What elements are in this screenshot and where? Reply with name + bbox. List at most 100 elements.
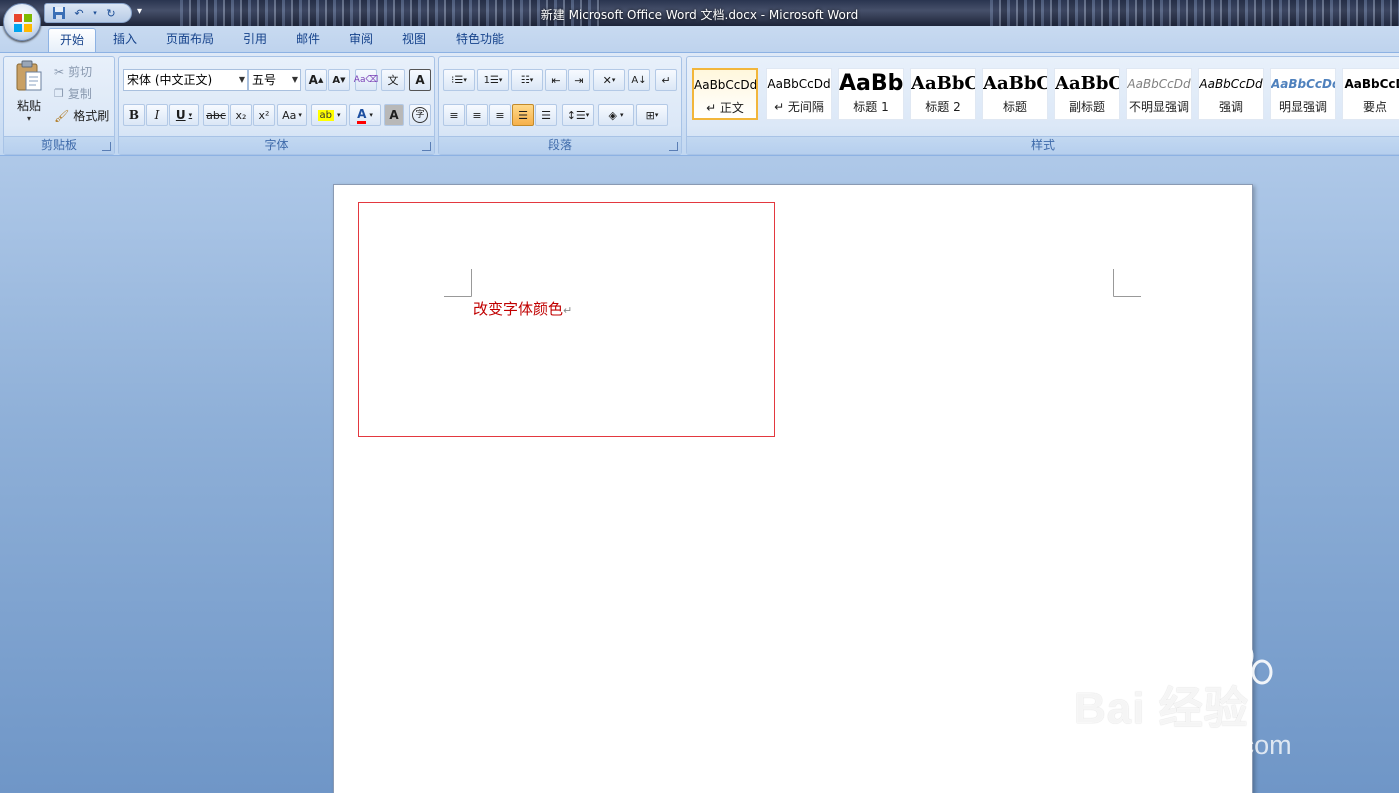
numbering-button[interactable]: 1☰ ▾ [477,69,509,91]
style-sample: AaBbC [911,73,975,94]
shrink-font-button[interactable]: A ▼ [328,69,350,91]
enclose-characters-button[interactable]: 字 [409,104,431,126]
underline-button[interactable]: U ▾ [169,104,199,126]
sort-button[interactable]: A↓ [628,69,650,91]
paragraph-mark-icon: ↵ [661,73,671,87]
underline-icon: U [175,108,186,122]
decrease-indent-icon: ⇤ [551,73,561,87]
borders-button[interactable]: ⊞ ▾ [636,104,668,126]
margin-corner-mark-left [444,269,472,297]
style-sample: AaBbCcDd [1271,77,1335,91]
clear-format-button[interactable]: Aa⌫ [354,69,378,91]
tab-review[interactable]: 审阅 [338,28,384,52]
watermark-url: jingyan.baidu.com [1074,730,1292,760]
cut-label: 剪切 [68,65,93,79]
style-sample: AaBbCcDd [767,77,831,91]
character-border-icon: A [415,73,425,87]
clipboard-launcher-icon[interactable] [102,142,111,151]
tab-insert[interactable]: 插入 [102,28,148,52]
style-sample: AaBbCcDd [1199,77,1263,91]
chinese-layout-button[interactable]: ✕ ▾ [593,69,625,91]
document-text[interactable]: 改变字体颜色↵ [473,298,572,319]
style-name: ↵ 无间隔 [774,100,824,114]
style-name: 不明显强调 [1128,100,1189,114]
save-icon[interactable] [51,5,67,21]
style-normal[interactable]: AaBbCcDd ↵ 正文 [692,68,758,120]
superscript-button[interactable]: x² [253,104,275,126]
font-name-combo[interactable]: 宋体 (中文正文) ▼ [123,69,248,91]
tab-home[interactable]: 开始 [48,28,96,52]
bold-button[interactable]: B [123,104,145,126]
increase-indent-button[interactable]: ⇥ [568,69,590,91]
justify-button[interactable]: ☰ [512,104,534,126]
subscript-button[interactable]: x₂ [230,104,252,126]
shading-button[interactable]: ◈ ▾ [598,104,634,126]
enclose-characters-icon: 字 [412,107,428,123]
style-sample: AaBbC [983,73,1047,94]
style-heading-1[interactable]: AaBb 标题 1 [838,68,904,120]
paste-label: 粘贴 [16,99,41,113]
bullets-button[interactable]: ⁝☰ ▾ [443,69,475,91]
character-border-button[interactable]: A [409,69,431,91]
grow-font-button[interactable]: A ▲ [305,69,327,91]
strikethrough-button[interactable]: abc [203,104,229,126]
style-strong[interactable]: AaBbCcD 要点 [1342,68,1399,120]
style-name: 强调 [1218,100,1243,114]
tab-view[interactable]: 视图 [391,28,437,52]
justify-icon: ☰ [518,108,528,122]
style-sample: AaBbC [1055,73,1119,94]
change-case-button[interactable]: Aa ▾ [277,104,307,126]
copy-icon: ❐ [54,87,64,100]
italic-button[interactable]: I [146,104,168,126]
align-center-button[interactable]: ≡ [466,104,488,126]
font-color-button[interactable]: A ▾ [349,104,381,126]
style-title[interactable]: AaBbC 标题 [982,68,1048,120]
style-emphasis[interactable]: AaBbCcDd 强调 [1198,68,1264,120]
format-painter-label: 格式刷 [73,109,110,123]
style-subtitle[interactable]: AaBbC 副标题 [1054,68,1120,120]
distributed-button[interactable]: ☰ [535,104,557,126]
format-painter-button[interactable]: 🖌 格式刷 [54,107,109,124]
brush-icon: 🖌 [54,108,70,123]
font-name-value: 宋体 (中文正文) [127,73,213,87]
cut-button[interactable]: ✂ 剪切 [54,63,92,80]
align-right-button[interactable]: ≡ [489,104,511,126]
tab-special-features[interactable]: 特色功能 [445,28,515,52]
copy-button[interactable]: ❐ 复制 [54,85,92,102]
pinyin-guide-button[interactable]: 文 [381,69,405,91]
decrease-indent-button[interactable]: ⇤ [545,69,567,91]
tab-mailings[interactable]: 邮件 [285,28,331,52]
shrink-font-icon: A [332,74,341,86]
style-heading-2[interactable]: AaBbC 标题 2 [910,68,976,120]
office-button[interactable] [3,3,41,41]
font-size-value: 五号 [252,73,277,87]
text-box-frame[interactable] [358,202,775,437]
tab-page-layout[interactable]: 页面布局 [156,28,224,52]
align-right-icon: ≡ [495,108,505,122]
line-spacing-button[interactable]: ↕☰ ▾ [562,104,594,126]
font-color-icon: A [357,107,367,124]
document-text-content: 改变字体颜色 [473,300,564,318]
character-shading-button[interactable]: A [384,104,404,126]
align-left-button[interactable]: ≡ [443,104,465,126]
highlight-button[interactable]: ab ▾ [311,104,347,126]
numbered-list-icon: 1☰ [483,74,499,86]
customize-qat-icon[interactable]: ▾ [137,6,142,17]
tab-references[interactable]: 引用 [232,28,278,52]
distributed-icon: ☰ [541,108,551,122]
redo-icon[interactable]: ↻ [103,5,119,21]
multilevel-list-button[interactable]: ☷ ▾ [511,69,543,91]
style-intense-emphasis[interactable]: AaBbCcDd 明显强调 [1270,68,1336,120]
font-size-combo[interactable]: 五号 ▼ [248,69,301,91]
style-subtle-emphasis[interactable]: AaBbCcDd 不明显强调 [1126,68,1192,120]
style-name: 标题 2 [925,100,961,114]
show-marks-button[interactable]: ↵ [655,69,677,91]
font-group-label: 字体 [119,136,434,154]
style-no-spacing[interactable]: AaBbCcDd ↵ 无间隔 [766,68,832,120]
undo-dropdown-icon[interactable]: ▾ [91,5,99,21]
paste-button[interactable]: 粘贴 ▾ [9,60,49,130]
paragraph-launcher-icon[interactable] [669,142,678,151]
font-launcher-icon[interactable] [422,142,431,151]
paste-dropdown-icon[interactable]: ▾ [9,114,49,123]
undo-icon[interactable]: ↶ [71,5,87,21]
